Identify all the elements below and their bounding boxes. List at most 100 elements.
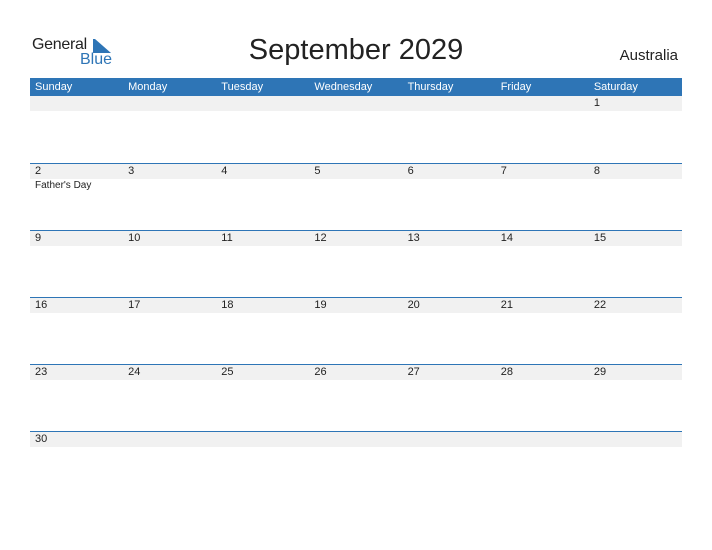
weekday-monday: Monday xyxy=(128,81,168,93)
day-event xyxy=(589,179,682,191)
day-number: 3 xyxy=(128,165,135,177)
day-event xyxy=(496,246,589,247)
day-event xyxy=(216,179,309,191)
week-row: 2 3 4 5 6 7 8 Father's Day xyxy=(30,163,682,230)
day-event xyxy=(30,313,123,314)
day-number xyxy=(216,96,309,111)
day-number xyxy=(309,432,402,447)
day-event xyxy=(216,313,309,314)
day-event xyxy=(216,380,309,381)
weekday-saturday: Saturday xyxy=(593,81,638,93)
day-event xyxy=(589,313,682,314)
weekday-sunday: Sunday xyxy=(35,81,73,93)
day-number xyxy=(589,432,682,447)
day-number: 5 xyxy=(314,165,321,177)
date-strip: 16 17 18 19 20 21 22 xyxy=(30,298,682,313)
day-event xyxy=(589,111,682,112)
day-number xyxy=(309,96,402,111)
day-event xyxy=(216,111,309,112)
day-event xyxy=(123,313,216,314)
day-number: 29 xyxy=(593,366,607,378)
day-number xyxy=(216,432,309,447)
day-event xyxy=(496,111,589,112)
day-event xyxy=(403,179,496,191)
day-number: 2 xyxy=(35,165,42,177)
day-number: 25 xyxy=(221,366,234,378)
day-event xyxy=(30,246,123,247)
date-strip: 1 xyxy=(30,96,682,111)
day-number: 9 xyxy=(35,232,42,244)
day-event xyxy=(123,179,216,191)
week-row: 1 xyxy=(30,96,682,163)
day-event xyxy=(496,380,589,381)
weekday-friday: Friday xyxy=(500,81,532,93)
day-number: 10 xyxy=(128,232,141,244)
day-number: 11 xyxy=(221,232,233,244)
day-number: 22 xyxy=(593,299,607,311)
day-number xyxy=(496,96,589,111)
weekday-header: Sunday Monday Tuesday Wednesday Thursday… xyxy=(30,78,682,96)
day-event xyxy=(589,246,682,247)
day-number xyxy=(123,96,216,111)
day-number: 23 xyxy=(35,366,48,378)
events-row: Father's Day xyxy=(30,179,682,191)
day-number xyxy=(403,96,496,111)
day-event xyxy=(309,246,402,247)
weekday-thursday: Thursday xyxy=(407,81,454,93)
date-strip: 23 24 25 26 27 28 29 xyxy=(30,365,682,380)
day-event xyxy=(123,380,216,381)
events-row xyxy=(30,246,682,247)
day-number xyxy=(30,96,123,111)
day-event xyxy=(30,111,123,112)
week-row: 23 24 25 26 27 28 29 xyxy=(30,364,682,431)
day-number: 8 xyxy=(593,165,600,177)
day-number: 26 xyxy=(314,366,327,378)
weekday-wednesday: Wednesday xyxy=(314,81,373,93)
day-number xyxy=(496,432,589,447)
day-number: 24 xyxy=(128,366,141,378)
day-number xyxy=(123,432,216,447)
calendar-grid: Sunday Monday Tuesday Wednesday Thursday… xyxy=(30,78,682,448)
day-number: 6 xyxy=(407,165,414,177)
day-event xyxy=(309,313,402,314)
day-number: 13 xyxy=(407,232,420,244)
day-event xyxy=(496,179,589,191)
date-strip: 9 10 11 12 13 14 15 xyxy=(30,231,682,246)
events-row xyxy=(30,313,682,314)
day-number: 12 xyxy=(314,232,327,244)
events-row xyxy=(30,380,682,381)
day-number: 16 xyxy=(35,299,48,311)
day-number: 15 xyxy=(593,232,607,244)
day-event xyxy=(123,111,216,112)
day-number: 7 xyxy=(500,165,507,177)
day-number: 17 xyxy=(128,299,141,311)
day-number: 30 xyxy=(35,433,48,445)
week-row: 30 xyxy=(30,431,682,448)
day-event xyxy=(403,313,496,314)
week-row: 16 17 18 19 20 21 22 xyxy=(30,297,682,364)
day-number: 27 xyxy=(407,366,420,378)
events-row xyxy=(30,111,682,112)
day-event xyxy=(30,380,123,381)
day-event xyxy=(403,246,496,247)
day-number: 4 xyxy=(221,165,228,177)
calendar-title: September 2029 xyxy=(248,34,464,66)
day-event xyxy=(309,380,402,381)
day-number: 14 xyxy=(500,232,513,244)
date-strip: 30 xyxy=(30,432,682,447)
day-number: 20 xyxy=(407,299,420,311)
day-event xyxy=(403,111,496,112)
day-number: 28 xyxy=(500,366,513,378)
day-number: 19 xyxy=(314,299,327,311)
day-event xyxy=(309,111,402,112)
day-event xyxy=(216,246,309,247)
day-event xyxy=(123,246,216,247)
day-number: 1 xyxy=(593,97,600,109)
day-event xyxy=(496,313,589,314)
day-event: Father's Day xyxy=(35,180,92,191)
date-strip: 2 3 4 5 6 7 8 xyxy=(30,164,682,179)
weekday-tuesday: Tuesday xyxy=(221,81,264,93)
day-number: 18 xyxy=(221,299,234,311)
day-event xyxy=(309,179,402,191)
day-number xyxy=(403,432,496,447)
